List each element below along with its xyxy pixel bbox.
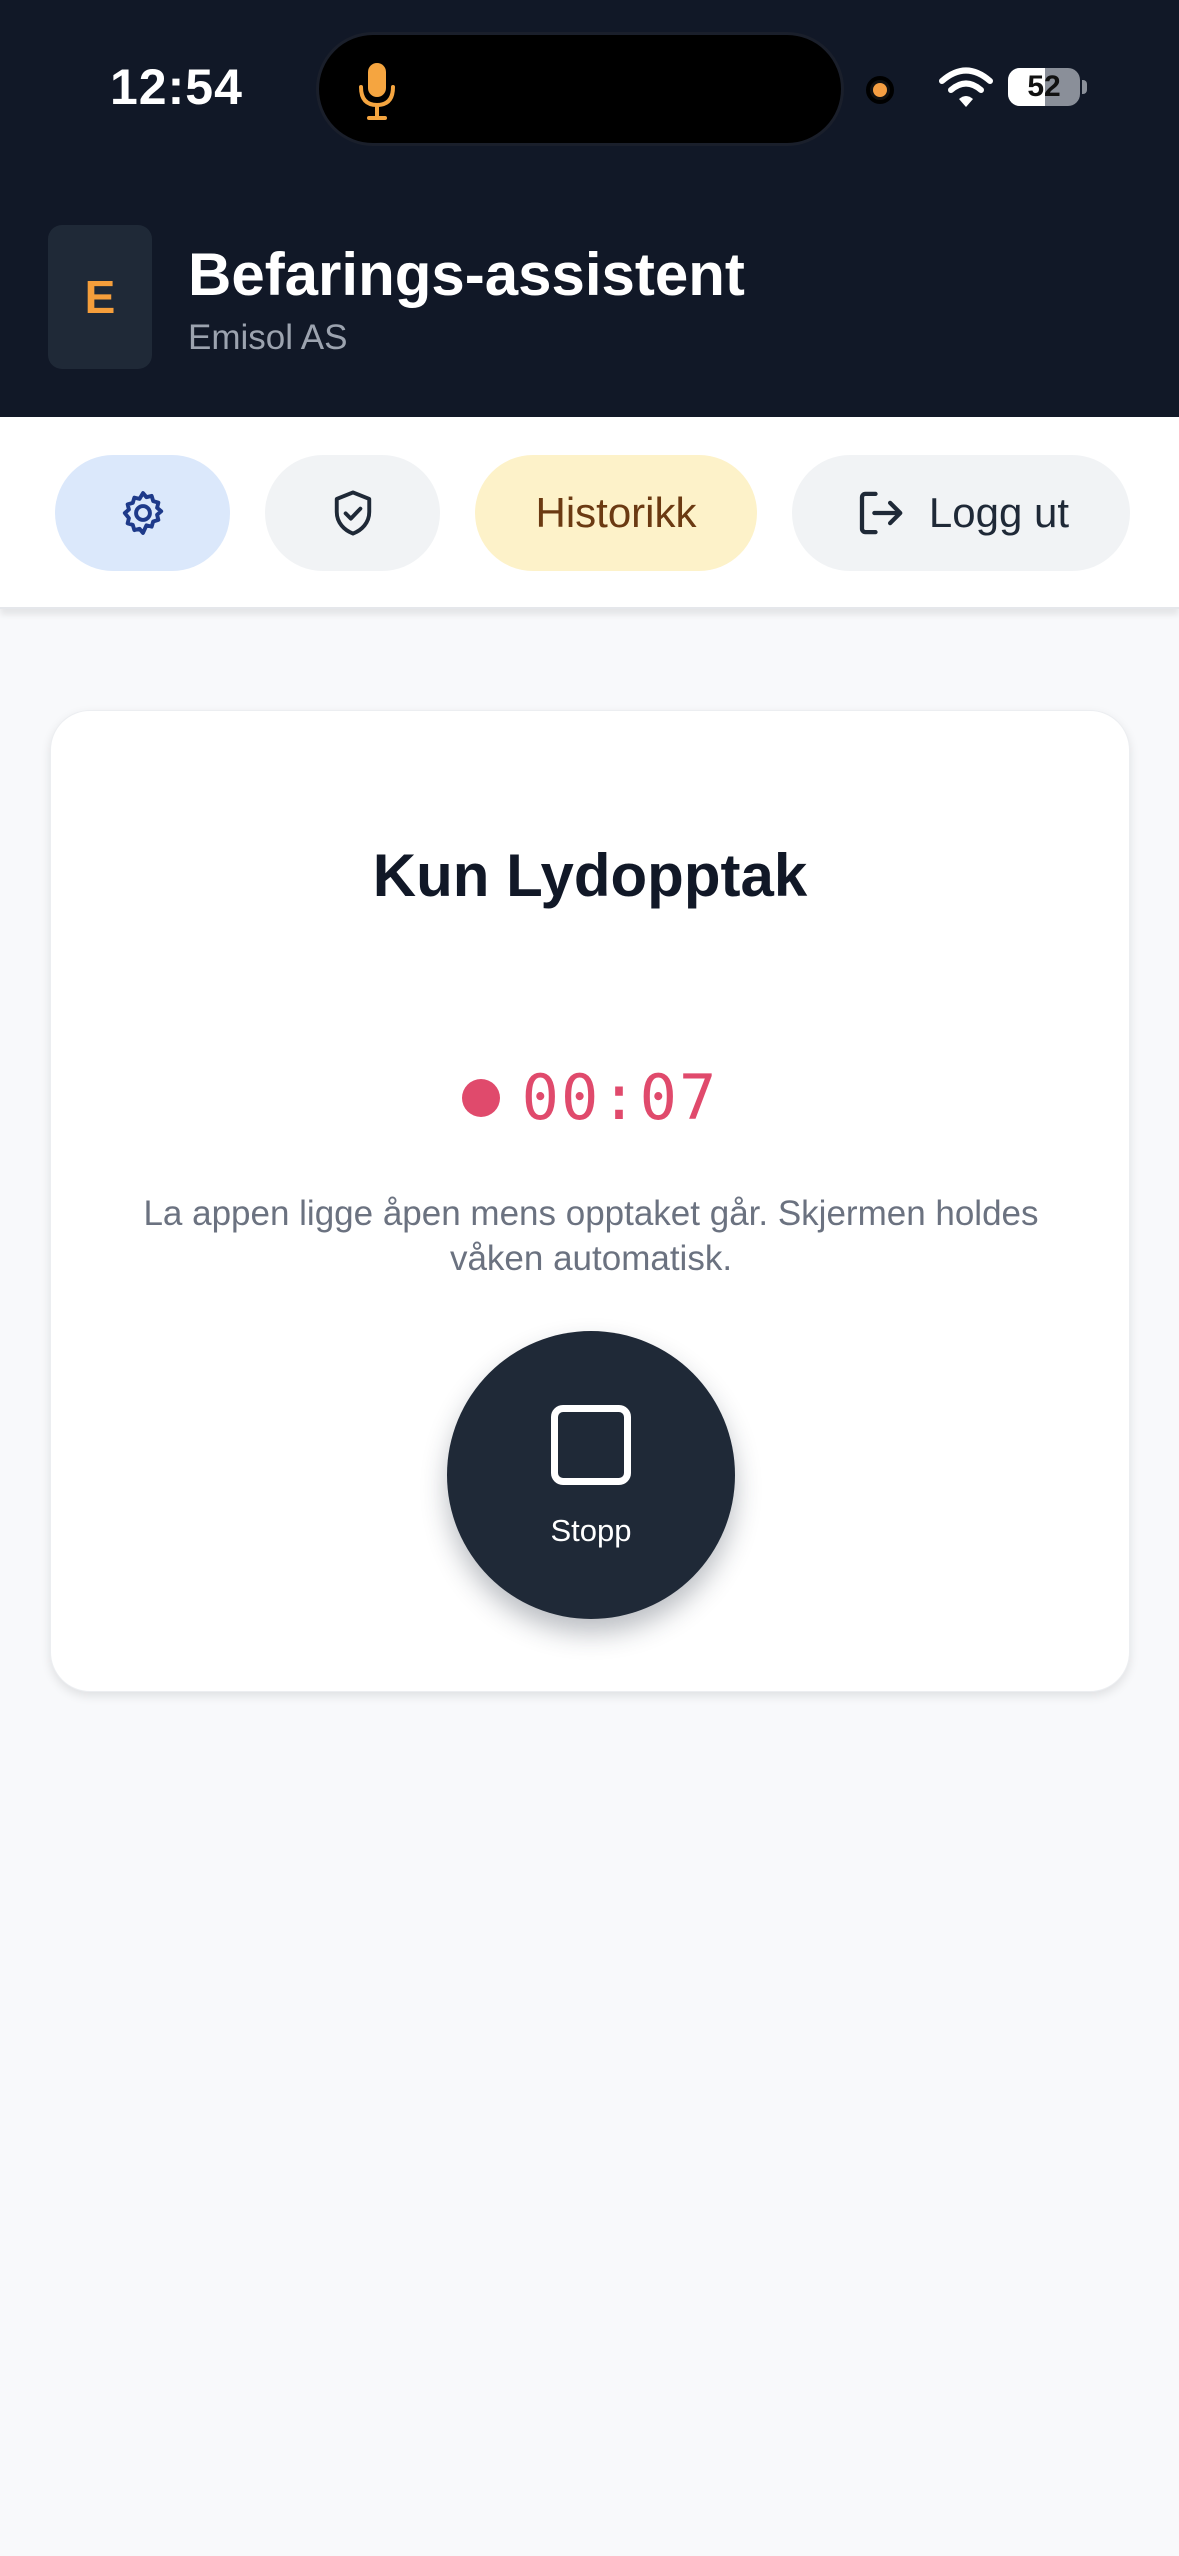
top-header-background: 12:54 52 E Befarings-assistent Emisol AS [0, 0, 1179, 417]
microphone-icon [359, 63, 395, 120]
app-title: Befarings-assistent [188, 241, 745, 308]
company-name: Emisol AS [188, 318, 348, 357]
battery-icon: 52 [1008, 68, 1080, 106]
logout-label: Logg ut [928, 489, 1070, 536]
recording-hint: La appen ligge åpen mens opptaket går. S… [143, 1194, 1039, 1278]
logout-button[interactable]: Logg ut [792, 455, 1130, 571]
stop-label: Stopp [550, 1513, 632, 1548]
recording-indicator-icon [461, 1078, 500, 1117]
settings-button[interactable] [55, 455, 230, 571]
history-label: Historikk [535, 489, 697, 536]
recording-timer: 00:07 [521, 1061, 719, 1134]
battery-level: 52 [1027, 70, 1061, 103]
privacy-indicator-dot [866, 76, 894, 104]
recording-card: Kun Lydopptak 00:07 La appen ligge åpen … [50, 710, 1130, 1692]
dynamic-island [316, 32, 844, 146]
app-logo: E [48, 225, 152, 369]
logout-icon [859, 491, 903, 535]
status-time: 12:54 [110, 59, 243, 115]
history-button[interactable]: Historikk [475, 455, 757, 571]
security-button[interactable] [265, 455, 440, 571]
shield-check-icon [334, 490, 371, 536]
recording-title: Kun Lydopptak [372, 842, 808, 909]
gear-icon [122, 491, 163, 535]
wifi-icon [939, 67, 993, 107]
stop-button[interactable]: Stopp [447, 1331, 735, 1619]
stop-icon [551, 1405, 631, 1485]
battery-cap [1082, 80, 1087, 94]
toolbar: Historikk Logg ut [0, 417, 1179, 609]
recording-timer-row: 00:07 [51, 1061, 1129, 1134]
